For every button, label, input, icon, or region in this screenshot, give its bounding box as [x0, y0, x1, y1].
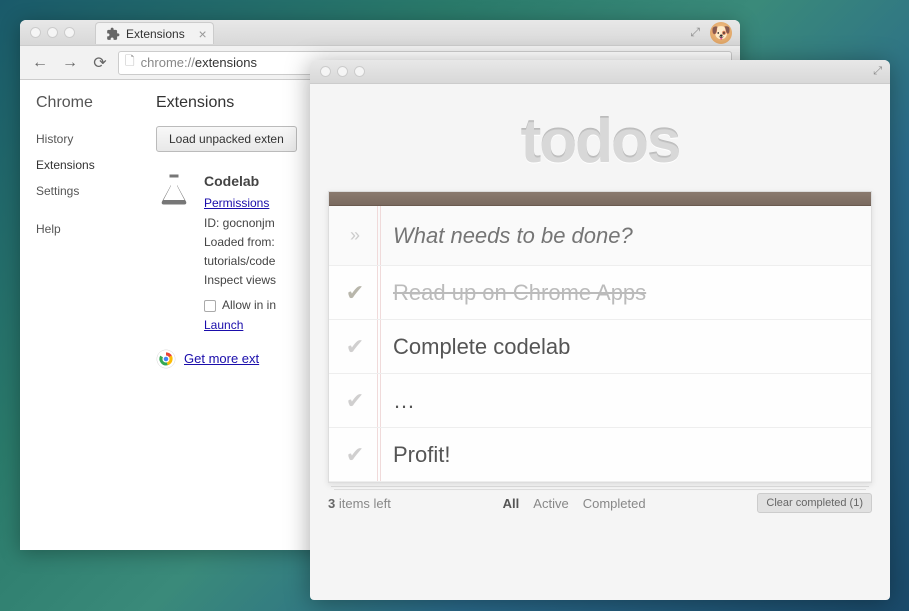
app-title: todos — [310, 106, 890, 177]
check-icon[interactable]: ✔ — [337, 334, 373, 360]
todo-label: Read up on Chrome Apps — [373, 280, 857, 306]
todos-zoom-button[interactable] — [354, 66, 365, 77]
expand-icon[interactable]: ⤢ — [690, 25, 700, 40]
inspect-views: Inspect views — [204, 271, 276, 290]
sidebar-item-extensions[interactable]: Extensions — [36, 152, 124, 178]
todo-footer: 3 items left All Active Completed Clear … — [310, 483, 890, 523]
filters: All Active Completed — [503, 496, 646, 511]
allow-incognito-label: Allow in in — [222, 296, 276, 315]
permissions-link[interactable]: Permissions — [204, 196, 269, 210]
todos-header: todos — [310, 84, 890, 191]
todo-item[interactable]: ✔ … — [329, 374, 871, 428]
sidebar-item-help[interactable]: Help — [36, 216, 124, 242]
extension-id: ID: gocnonjm — [204, 214, 276, 233]
tab-strip: Extensions × — [95, 22, 214, 43]
todos-close-button[interactable] — [320, 66, 331, 77]
extension-name: Codelab — [204, 170, 276, 192]
url-text: chrome://extensions — [141, 55, 257, 70]
back-button[interactable]: ← — [28, 51, 52, 75]
todos-titlebar: ⤢ — [310, 60, 890, 84]
filter-all[interactable]: All — [503, 496, 520, 511]
filter-completed[interactable]: Completed — [583, 496, 646, 511]
zoom-window-button[interactable] — [64, 27, 75, 38]
todo-label: … — [373, 388, 857, 414]
count-text: items left — [335, 496, 391, 511]
window-controls — [30, 27, 75, 38]
todo-item[interactable]: ✔ Complete codelab — [329, 320, 871, 374]
sidebar-title: Chrome — [36, 94, 124, 112]
loaded-from-path: tutorials/code — [204, 252, 276, 271]
tab-title: Extensions — [126, 27, 185, 41]
todo-card: » ✔ Read up on Chrome Apps ✔ Complete co… — [328, 191, 872, 483]
allow-incognito-row: Allow in in — [204, 296, 276, 315]
forward-button[interactable]: → — [58, 51, 82, 75]
check-icon[interactable]: ✔ — [337, 280, 373, 306]
new-todo-input[interactable] — [373, 223, 857, 249]
toggle-all-button[interactable]: » — [337, 225, 373, 246]
new-todo-row: » — [329, 206, 871, 266]
minimize-window-button[interactable] — [47, 27, 58, 38]
card-header-bar — [329, 192, 871, 206]
get-more-extensions-link[interactable]: Get more ext — [184, 351, 259, 366]
settings-sidebar: Chrome History Extensions Settings Help — [20, 80, 140, 550]
reload-button[interactable]: ⟳ — [88, 51, 112, 75]
check-icon[interactable]: ✔ — [337, 442, 373, 468]
load-unpacked-button[interactable]: Load unpacked exten — [156, 126, 297, 152]
allow-incognito-checkbox[interactable] — [204, 300, 216, 312]
expand-icon[interactable]: ⤢ — [873, 65, 882, 78]
chrome-titlebar: Extensions × ⤢ — [20, 20, 740, 46]
sidebar-item-history[interactable]: History — [36, 126, 124, 152]
loaded-from-label: Loaded from: — [204, 233, 276, 252]
todo-item[interactable]: ✔ Profit! — [329, 428, 871, 482]
tab-extensions[interactable]: Extensions × — [95, 22, 214, 44]
clear-completed-button[interactable]: Clear completed (1) — [757, 493, 872, 513]
todo-item[interactable]: ✔ Read up on Chrome Apps — [329, 266, 871, 320]
flask-icon — [156, 170, 192, 206]
items-left: 3 items left — [328, 496, 391, 511]
chrome-store-icon — [156, 349, 176, 369]
sidebar-item-settings[interactable]: Settings — [36, 178, 124, 204]
extension-details: Codelab Permissions ID: gocnonjm Loaded … — [204, 170, 276, 335]
puzzle-icon — [106, 27, 120, 41]
profile-avatar[interactable] — [710, 22, 732, 44]
todo-label: Profit! — [373, 442, 857, 468]
filter-active[interactable]: Active — [533, 496, 568, 511]
check-icon[interactable]: ✔ — [337, 388, 373, 414]
todos-window-controls — [320, 66, 365, 77]
page-icon: 🗋 — [125, 52, 135, 73]
close-window-button[interactable] — [30, 27, 41, 38]
todo-label: Complete codelab — [373, 334, 857, 360]
launch-link[interactable]: Launch — [204, 318, 243, 332]
todos-window: ⤢ todos » ✔ Read up on Chrome Apps ✔ Com… — [310, 60, 890, 600]
todos-minimize-button[interactable] — [337, 66, 348, 77]
tab-close-button[interactable]: × — [199, 26, 207, 42]
